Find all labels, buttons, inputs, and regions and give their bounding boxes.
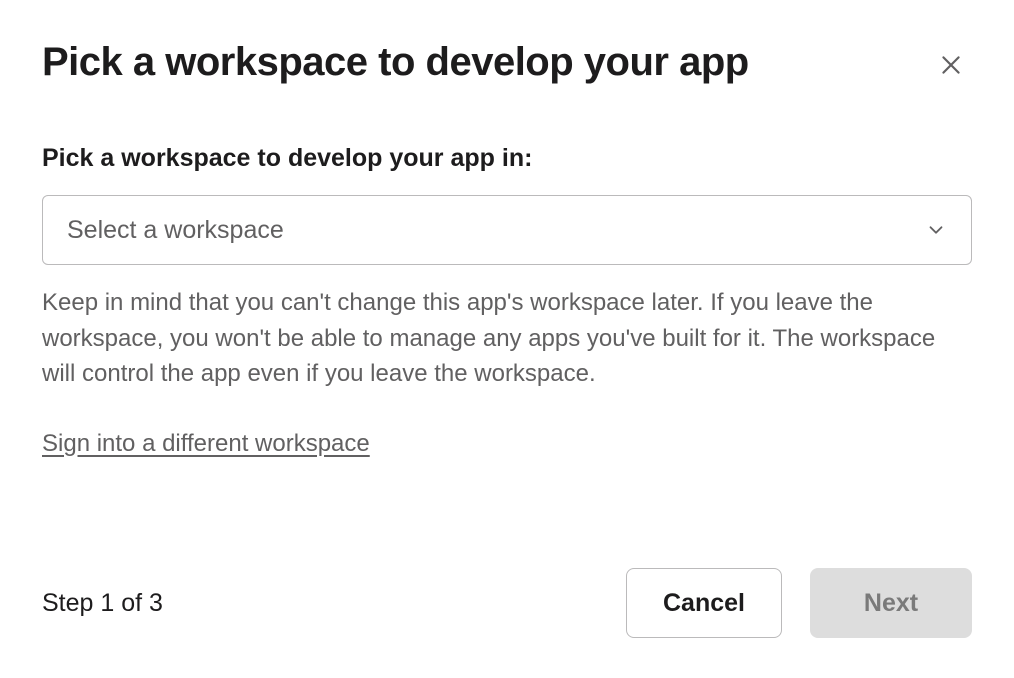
- workspace-select-placeholder: Select a workspace: [67, 216, 284, 245]
- modal-title: Pick a workspace to develop your app: [42, 40, 749, 84]
- signin-different-workspace-link[interactable]: Sign into a different workspace: [42, 430, 370, 458]
- cancel-button[interactable]: Cancel: [626, 568, 782, 638]
- workspace-select-label: Pick a workspace to develop your app in:: [42, 144, 972, 173]
- workspace-select[interactable]: Select a workspace: [42, 195, 972, 265]
- close-button[interactable]: [930, 44, 972, 86]
- step-indicator: Step 1 of 3: [42, 589, 163, 618]
- next-button[interactable]: Next: [810, 568, 972, 638]
- close-icon: [938, 52, 964, 78]
- chevron-down-icon: [925, 219, 947, 241]
- help-text: Keep in mind that you can't change this …: [42, 285, 972, 392]
